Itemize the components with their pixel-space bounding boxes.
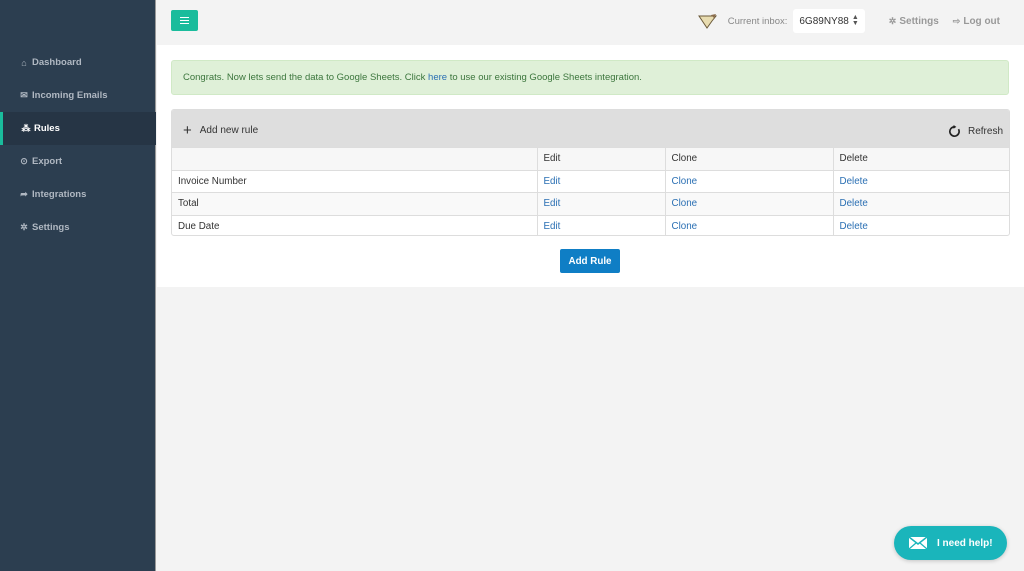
envelope-icon: ✉: [20, 90, 28, 100]
sidebar-item-label: Settings: [32, 222, 70, 233]
sidebar-item-label: Integrations: [32, 189, 87, 200]
clone-cell: Clone: [664, 214, 833, 235]
edit-link[interactable]: Edit: [544, 198, 561, 209]
settings-label: Settings: [899, 15, 939, 27]
delete-link[interactable]: Delete: [840, 221, 868, 232]
delete-cell: Delete: [832, 169, 1009, 193]
clone-link[interactable]: Clone: [672, 176, 698, 187]
sidebar-item-integrations[interactable]: ➦ Integrations: [0, 178, 156, 211]
sidebar-item-export[interactable]: ⊙ Export: [0, 145, 156, 178]
gear-icon: ✲: [888, 15, 897, 26]
add-new-rule-link[interactable]: + Add new rule: [183, 121, 259, 139]
alert-text-before: Congrats. Now lets send the data to Goog…: [183, 72, 426, 83]
header-cell: Edit: [536, 147, 665, 170]
edit-link[interactable]: Edit: [544, 221, 561, 232]
clone-link[interactable]: Clone: [672, 221, 698, 232]
rule-name: Invoice Number: [172, 169, 537, 193]
logout-label: Log out: [963, 15, 1000, 27]
table-header: Edit Clone Delete: [172, 147, 1009, 170]
sidebar-item-label: Rules: [34, 123, 60, 134]
share-arrow-icon: ➦: [20, 189, 28, 199]
inbox-select[interactable]: 6G89NY88 ▲ ▼: [793, 9, 865, 33]
hamburger-icon: [180, 17, 189, 24]
delete-link[interactable]: Delete: [840, 176, 868, 187]
success-alert: Congrats. Now lets send the data to Goog…: [171, 60, 1009, 95]
sidebar-item-settings[interactable]: ✲ Settings: [0, 211, 156, 244]
top-right-controls: Current inbox: 6G89NY88 ▲ ▼ ✲ Settings ⇨ Log…: [697, 9, 1000, 33]
sidebar-nav: ⌂ Dashboard ✉ Incoming Emails ⁂ Rules ⊙ Expo…: [0, 46, 156, 244]
alert-text-after: to use our existing Google Sheets integr…: [449, 72, 642, 83]
refresh-label: Refresh: [967, 126, 1003, 137]
logout-link[interactable]: ⇨ Log out: [953, 16, 1000, 27]
clone-cell: Clone: [664, 192, 833, 215]
table-row: Due Date Edit Clone Delete: [172, 214, 1009, 235]
help-label: I need help!: [937, 537, 993, 549]
top-bar: Current inbox: 6G89NY88 ▲ ▼ ✲ Settings ⇨ Log…: [157, 0, 1024, 45]
header-cell: Delete: [832, 147, 1009, 170]
table-row: Total Edit Clone Delete: [172, 192, 1009, 215]
add-new-rule-label: Add new rule: [199, 125, 259, 136]
home-icon: ⌂: [21, 57, 27, 68]
rules-table: Edit Clone Delete Invoice Number Edit Cl…: [172, 147, 1009, 235]
sitemap-icon: ⁂: [21, 123, 31, 133]
table-row: Invoice Number Edit Clone Delete: [172, 169, 1009, 193]
add-rule-button[interactable]: Add Rule: [560, 249, 620, 273]
circle-dot-icon: ⊙: [20, 156, 28, 166]
header-cell: Clone: [664, 147, 833, 170]
header-cell: [172, 147, 537, 170]
clone-link[interactable]: Clone: [672, 198, 698, 209]
main-content: Congrats. Now lets send the data to Goog…: [157, 45, 1024, 287]
select-arrows-icon: ▲ ▼: [851, 14, 859, 27]
plus-icon: +: [183, 121, 192, 139]
sidebar-item-dashboard[interactable]: ⌂ Dashboard: [0, 46, 156, 79]
settings-link[interactable]: ✲ Settings: [889, 16, 939, 27]
delete-cell: Delete: [832, 192, 1009, 215]
edit-cell: Edit: [536, 192, 665, 215]
rule-name: Due Date: [172, 214, 537, 235]
current-inbox-label: Current inbox:: [727, 15, 788, 27]
edit-cell: Edit: [536, 169, 665, 193]
refresh-icon: [948, 125, 960, 137]
google-sheets-here-link[interactable]: here: [428, 72, 447, 83]
clone-cell: Clone: [664, 169, 833, 193]
bird-logo-icon: [697, 14, 717, 29]
edit-cell: Edit: [536, 214, 665, 235]
panel-header: + Add new rule Refresh: [172, 110, 1009, 147]
rule-name: Total: [172, 192, 537, 215]
menu-toggle-button[interactable]: [171, 10, 198, 31]
delete-cell: Delete: [832, 214, 1009, 235]
help-chat-button[interactable]: I need help!: [894, 526, 1007, 560]
envelope-icon: [908, 536, 928, 550]
sidebar-item-label: Export: [32, 156, 63, 167]
sidebar-item-rules[interactable]: ⁂ Rules: [0, 112, 156, 145]
edit-link[interactable]: Edit: [544, 176, 561, 187]
refresh-link[interactable]: Refresh: [948, 125, 1003, 138]
sidebar-item-incoming-emails[interactable]: ✉ Incoming Emails: [0, 79, 156, 112]
sign-out-icon: ⇨: [952, 15, 961, 26]
inbox-value: 6G89NY88: [799, 15, 849, 27]
sidebar: ⌂ Dashboard ✉ Incoming Emails ⁂ Rules ⊙ Expo…: [0, 0, 156, 571]
sidebar-item-label: Incoming Emails: [32, 90, 108, 101]
gear-icon: ✲: [20, 222, 28, 232]
sidebar-item-label: Dashboard: [32, 57, 82, 68]
delete-link[interactable]: Delete: [840, 198, 868, 209]
rules-panel: + Add new rule Refresh Edit Clone Delete …: [171, 109, 1010, 236]
